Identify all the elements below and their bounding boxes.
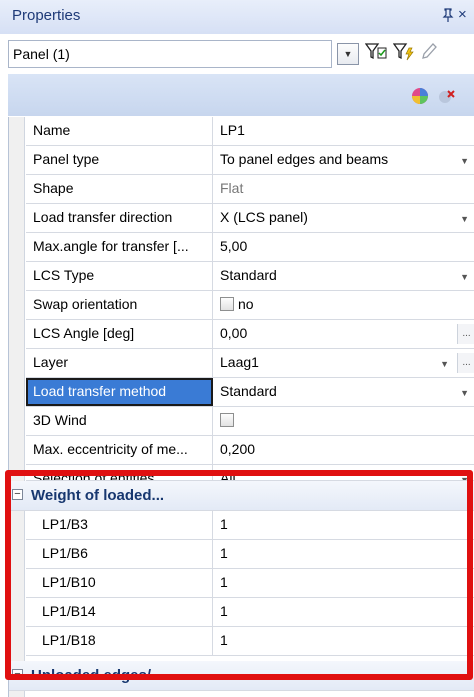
chevron-down-icon[interactable]: ▼ xyxy=(460,156,469,166)
close-icon[interactable]: × xyxy=(458,6,467,23)
swap-orientation-checkbox[interactable] xyxy=(220,297,234,311)
property-label: Load transfer direction xyxy=(26,204,213,232)
property-label: 3D Wind xyxy=(26,407,213,435)
secondary-toolbar xyxy=(8,74,474,116)
property-value-select[interactable]: To panel edges and beams ▼ xyxy=(213,146,474,174)
property-label: Shape xyxy=(26,175,213,203)
property-row-layer[interactable]: Layer Laag1 ▼ ... xyxy=(26,349,474,378)
property-value[interactable]: 0,200 xyxy=(213,436,474,464)
property-label: Layer xyxy=(26,349,213,377)
property-label: Max.angle for transfer [... xyxy=(26,233,213,261)
property-value-select[interactable]: X (LCS panel) ▼ xyxy=(213,204,474,232)
property-value: To panel edges and beams xyxy=(220,151,389,167)
ellipsis-button[interactable]: ... xyxy=(457,324,474,344)
select-filter-icon[interactable] xyxy=(364,42,388,66)
property-value: no xyxy=(238,296,254,312)
property-label: LCS Type xyxy=(26,262,213,290)
property-row-shape[interactable]: Shape Flat xyxy=(26,175,474,204)
property-label: LCS Angle [deg] xyxy=(26,320,213,348)
property-row-swap-orientation[interactable]: Swap orientation no xyxy=(26,291,474,320)
property-value: 0,00 xyxy=(220,325,248,341)
chevron-down-icon: ▼ xyxy=(343,49,353,59)
property-value: Flat xyxy=(220,180,244,196)
properties-titlebar: Properties × xyxy=(0,0,474,34)
property-label: Swap orientation xyxy=(26,291,213,319)
property-value: Standard xyxy=(220,383,277,399)
property-row-3d-wind[interactable]: 3D Wind xyxy=(26,407,474,436)
property-value-select[interactable]: Standard ▼ xyxy=(213,262,474,290)
chevron-down-icon[interactable]: ▼ xyxy=(460,214,469,224)
panel-title: Properties xyxy=(12,7,81,24)
property-value-checkbox[interactable]: no xyxy=(213,291,474,319)
property-row-load-transfer-method[interactable]: Load transfer method Standard ▼ xyxy=(26,378,474,407)
property-value: X (LCS panel) xyxy=(220,209,308,225)
object-selector[interactable]: Panel (1) xyxy=(8,40,332,68)
property-value-edit[interactable]: 0,00 ... xyxy=(213,320,474,348)
property-label-selected: Load transfer method xyxy=(26,378,213,406)
pencil-icon[interactable] xyxy=(418,42,442,66)
property-label: Panel type xyxy=(26,146,213,174)
property-value-select[interactable]: Standard ▼ xyxy=(213,378,474,406)
property-row-name[interactable]: Name LP1 xyxy=(26,117,474,146)
3d-wind-checkbox[interactable] xyxy=(220,413,234,427)
ellipsis-button[interactable]: ... xyxy=(457,353,474,373)
selector-value: Panel (1) xyxy=(13,46,70,62)
property-value[interactable]: 5,00 xyxy=(213,233,474,261)
property-row-max-angle[interactable]: Max.angle for transfer [... 5,00 xyxy=(26,233,474,262)
property-row-panel-type[interactable]: Panel type To panel edges and beams ▼ xyxy=(26,146,474,175)
property-value: Standard xyxy=(220,267,277,283)
property-value-select[interactable]: Laag1 ▼ ... xyxy=(213,349,474,377)
property-value[interactable]: LP1 xyxy=(213,117,474,145)
property-row-lcs-type[interactable]: LCS Type Standard ▼ xyxy=(26,262,474,291)
property-row-load-transfer-direction[interactable]: Load transfer direction X (LCS panel) ▼ xyxy=(26,204,474,233)
red-highlight-frame xyxy=(5,470,473,680)
chevron-down-icon[interactable]: ▼ xyxy=(460,272,469,282)
property-row-max-eccentricity[interactable]: Max. eccentricity of me... 0,200 xyxy=(26,436,474,465)
filter-lightning-icon[interactable] xyxy=(392,42,416,66)
property-value-checkbox[interactable] xyxy=(213,407,474,435)
toolbar-area: Panel (1) ▼ xyxy=(0,34,474,120)
color-wheel-icon[interactable] xyxy=(410,86,432,106)
property-label: Name xyxy=(26,117,213,145)
chevron-down-icon[interactable]: ▼ xyxy=(460,388,469,398)
clear-color-icon[interactable] xyxy=(436,86,458,106)
selector-dropdown-button[interactable]: ▼ xyxy=(337,43,359,65)
property-value: Laag1 xyxy=(220,354,259,370)
pin-icon[interactable] xyxy=(442,8,454,25)
chevron-down-icon[interactable]: ▼ xyxy=(440,359,449,369)
property-label: Max. eccentricity of me... xyxy=(26,436,213,464)
property-row-lcs-angle[interactable]: LCS Angle [deg] 0,00 ... xyxy=(26,320,474,349)
